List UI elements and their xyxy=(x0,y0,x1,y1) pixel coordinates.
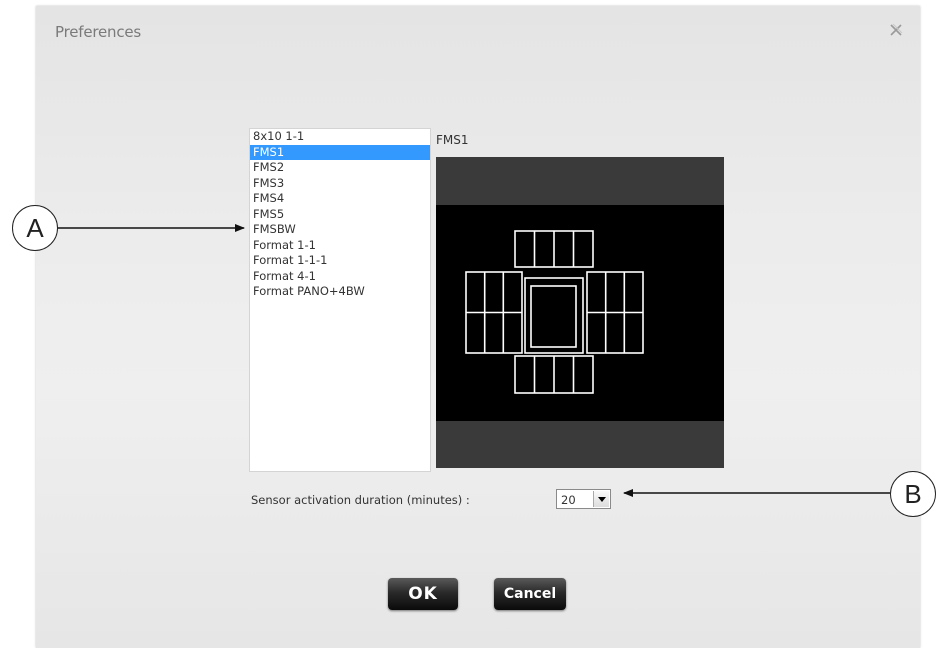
list-item[interactable]: 8x10 1-1 xyxy=(250,129,430,145)
sensor-duration-value: 20 xyxy=(561,493,576,507)
list-item[interactable]: Format PANO+4BW xyxy=(250,284,430,300)
callout-a: A xyxy=(12,205,58,251)
list-item[interactable]: FMS2 xyxy=(250,160,430,176)
list-item[interactable]: Format 1-1 xyxy=(250,238,430,254)
layout-preview xyxy=(436,157,724,468)
preview-diagram xyxy=(465,230,644,394)
list-item[interactable]: FMSBW xyxy=(250,222,430,238)
callout-b: B xyxy=(890,471,936,517)
list-item[interactable]: FMS3 xyxy=(250,176,430,192)
preferences-dialog: Preferences 8x10 1-1 FMS1 FMS2 FMS3 FMS4 FMS5… xyxy=(36,6,920,648)
dialog-title: Preferences xyxy=(55,23,142,41)
cancel-button[interactable]: Cancel xyxy=(494,578,566,610)
chevron-down-icon[interactable] xyxy=(593,491,609,507)
ok-button[interactable]: OK xyxy=(388,578,458,610)
layout-list[interactable]: 8x10 1-1 FMS1 FMS2 FMS3 FMS4 FMS5 FMSBW Format … xyxy=(249,128,431,472)
sensor-duration-label: Sensor activation duration (minutes) : xyxy=(251,493,470,507)
sensor-duration-select[interactable]: 20 xyxy=(556,489,611,509)
close-icon[interactable] xyxy=(888,22,904,38)
list-item[interactable]: FMS5 xyxy=(250,207,430,223)
list-item[interactable]: Format 1-1-1 xyxy=(250,253,430,269)
preview-label: FMS1 xyxy=(436,133,469,147)
list-item[interactable]: Format 4-1 xyxy=(250,269,430,285)
list-item[interactable]: FMS4 xyxy=(250,191,430,207)
list-item[interactable]: FMS1 xyxy=(250,144,430,160)
